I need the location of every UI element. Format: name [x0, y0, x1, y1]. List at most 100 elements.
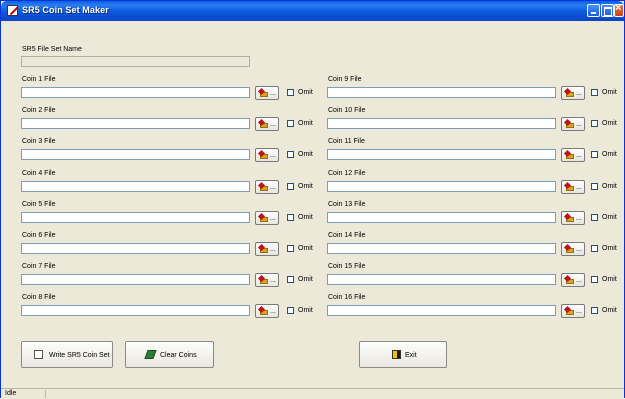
- coin-6-file-field[interactable]: [21, 243, 250, 254]
- status-text: Idle: [3, 390, 46, 398]
- open-folder-icon: [563, 149, 574, 159]
- browse-ellipsis: ...: [576, 308, 582, 315]
- browse-ellipsis: ...: [576, 121, 582, 128]
- coin-7-omit-checkbox[interactable]: [287, 276, 294, 283]
- coin-9-omit-label: Omit: [602, 89, 617, 96]
- coin-8-omit-checkbox[interactable]: [287, 307, 294, 314]
- set-name-label: SR5 File Set Name: [22, 46, 82, 53]
- set-name-field[interactable]: [21, 56, 250, 67]
- coin-2-omit-label: Omit: [298, 120, 313, 127]
- document-icon: [34, 350, 43, 359]
- coin-14-omit-checkbox[interactable]: [591, 245, 598, 252]
- coin-5-file-field[interactable]: [21, 212, 250, 223]
- coin-3-file-field[interactable]: [21, 149, 250, 160]
- coin-5-omit-checkbox[interactable]: [287, 214, 294, 221]
- coin-13-omit-checkbox[interactable]: [591, 214, 598, 221]
- coin-16-omit-checkbox[interactable]: [591, 307, 598, 314]
- browse-ellipsis: ...: [576, 277, 582, 284]
- browse-ellipsis: ...: [270, 308, 276, 315]
- coin-7-file-field[interactable]: [21, 274, 250, 285]
- coin-16-file-field[interactable]: [327, 305, 556, 316]
- coin-10-label: Coin 10 File: [328, 107, 366, 114]
- coin-6-omit-label: Omit: [298, 245, 313, 252]
- coin-3-omit-checkbox[interactable]: [287, 151, 294, 158]
- title-bar[interactable]: SR5 Coin Set Maker: [1, 1, 624, 21]
- write-coin-set-label: Write SR5 Coin Set: [49, 352, 110, 359]
- coin-7-browse-button[interactable]: ...: [255, 273, 279, 287]
- coin-4-browse-button[interactable]: ...: [255, 180, 279, 194]
- browse-ellipsis: ...: [270, 152, 276, 159]
- browse-ellipsis: ...: [270, 246, 276, 253]
- coin-12-omit-label: Omit: [602, 183, 617, 190]
- coin-16-omit-label: Omit: [602, 307, 617, 314]
- browse-ellipsis: ...: [270, 277, 276, 284]
- close-button[interactable]: [614, 2, 624, 17]
- open-folder-icon: [257, 274, 268, 284]
- maximize-button[interactable]: [601, 4, 614, 17]
- coin-2-omit-checkbox[interactable]: [287, 120, 294, 127]
- coin-15-browse-button[interactable]: ...: [561, 273, 585, 287]
- coin-15-omit-checkbox[interactable]: [591, 276, 598, 283]
- browse-ellipsis: ...: [270, 121, 276, 128]
- coin-10-browse-button[interactable]: ...: [561, 117, 585, 131]
- coin-10-file-field[interactable]: [327, 118, 556, 129]
- browse-ellipsis: ...: [576, 215, 582, 222]
- coin-8-label: Coin 8 File: [22, 294, 56, 301]
- coin-9-omit-checkbox[interactable]: [591, 89, 598, 96]
- coin-2-file-field[interactable]: [21, 118, 250, 129]
- coin-14-file-field[interactable]: [327, 243, 556, 254]
- coin-11-browse-button[interactable]: ...: [561, 148, 585, 162]
- exit-door-icon: [392, 350, 401, 359]
- coin-5-browse-button[interactable]: ...: [255, 211, 279, 225]
- coin-11-file-field[interactable]: [327, 149, 556, 160]
- open-folder-icon: [563, 274, 574, 284]
- coin-4-file-field[interactable]: [21, 181, 250, 192]
- status-bar: Idle: [1, 388, 624, 399]
- coin-9-browse-button[interactable]: ...: [561, 86, 585, 100]
- coin-11-omit-checkbox[interactable]: [591, 151, 598, 158]
- coin-16-label: Coin 16 File: [328, 294, 366, 301]
- coin-1-browse-button[interactable]: ...: [255, 86, 279, 100]
- browse-ellipsis: ...: [576, 152, 582, 159]
- coin-14-browse-button[interactable]: ...: [561, 242, 585, 256]
- window-title: SR5 Coin Set Maker: [22, 5, 109, 15]
- write-coin-set-button[interactable]: Write SR5 Coin Set: [21, 341, 113, 368]
- app-icon: [7, 5, 18, 16]
- coin-13-browse-button[interactable]: ...: [561, 211, 585, 225]
- coin-6-browse-button[interactable]: ...: [255, 242, 279, 256]
- exit-button[interactable]: Exit: [359, 341, 447, 368]
- coin-2-browse-button[interactable]: ...: [255, 117, 279, 131]
- open-folder-icon: [563, 212, 574, 222]
- coin-10-omit-checkbox[interactable]: [591, 120, 598, 127]
- minimize-button[interactable]: [587, 4, 600, 17]
- coin-4-omit-checkbox[interactable]: [287, 183, 294, 190]
- browse-ellipsis: ...: [576, 90, 582, 97]
- coin-6-omit-checkbox[interactable]: [287, 245, 294, 252]
- coin-7-omit-label: Omit: [298, 276, 313, 283]
- coin-15-label: Coin 15 File: [328, 263, 366, 270]
- open-folder-icon: [257, 305, 268, 315]
- coin-12-browse-button[interactable]: ...: [561, 180, 585, 194]
- coin-6-label: Coin 6 File: [22, 232, 56, 239]
- coin-4-label: Coin 4 File: [22, 170, 56, 177]
- coin-12-file-field[interactable]: [327, 181, 556, 192]
- coin-15-file-field[interactable]: [327, 274, 556, 285]
- coin-1-omit-checkbox[interactable]: [287, 89, 294, 96]
- clear-coins-label: Clear Coins: [160, 352, 197, 359]
- browse-ellipsis: ...: [576, 184, 582, 191]
- open-folder-icon: [563, 181, 574, 191]
- coin-8-file-field[interactable]: [21, 305, 250, 316]
- coin-8-browse-button[interactable]: ...: [255, 304, 279, 318]
- open-folder-icon: [563, 87, 574, 97]
- clear-coins-button[interactable]: Clear Coins: [125, 341, 214, 368]
- coin-13-file-field[interactable]: [327, 212, 556, 223]
- coin-3-browse-button[interactable]: ...: [255, 148, 279, 162]
- coin-3-label: Coin 3 File: [22, 138, 56, 145]
- coin-12-omit-checkbox[interactable]: [591, 183, 598, 190]
- coin-14-label: Coin 14 File: [328, 232, 366, 239]
- coin-1-file-field[interactable]: [21, 87, 250, 98]
- coin-16-browse-button[interactable]: ...: [561, 304, 585, 318]
- coin-9-file-field[interactable]: [327, 87, 556, 98]
- coin-3-omit-label: Omit: [298, 151, 313, 158]
- coin-1-label: Coin 1 File: [22, 76, 56, 83]
